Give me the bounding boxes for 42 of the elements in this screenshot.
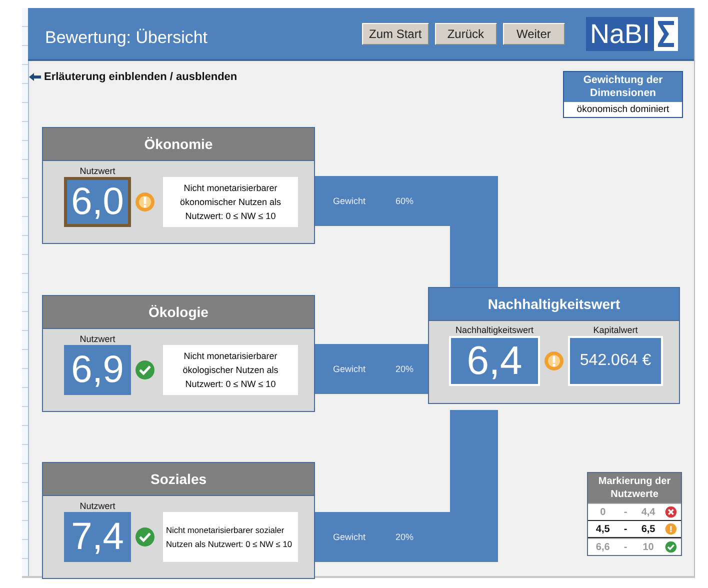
score-cell[interactable]: 7,4	[64, 512, 131, 562]
range-dash: -	[622, 506, 628, 518]
score-cell[interactable]: 6,9	[64, 345, 131, 395]
weighting-title: Gewichtung der Dimensionen	[564, 72, 682, 102]
total-title: Nachhaltigkeitswert	[429, 288, 679, 321]
range-dash: -	[622, 542, 628, 552]
description-text: Nicht monetarisierbarer sozialer Nutzen als Nutzwert: 0 ≤ NW ≤ 10	[163, 512, 298, 562]
nav-button[interactable]: Weiter	[502, 23, 565, 45]
value-label: Nutzwert	[80, 501, 116, 512]
range-dash: -	[622, 524, 628, 534]
page-title: Bewertung: Übersicht	[45, 28, 208, 48]
weight-value: 60%	[396, 196, 414, 206]
logo-text: NaBI	[589, 18, 652, 51]
dimension-title: Ökonomie	[43, 128, 314, 161]
left-arrow-icon	[29, 73, 41, 81]
value-label: Nachhaltigkeitswert	[455, 325, 534, 336]
weight-value: 20%	[396, 532, 414, 542]
total-score: 6,4	[449, 336, 540, 386]
description-text: Nicht monetarisierbarer ökonomischer Nutzen als Nutzwert: 0 ≤ NW ≤ 10	[163, 177, 298, 227]
range-to: 10	[642, 542, 655, 552]
weight-value: 20%	[396, 364, 414, 374]
value-label: Nutzwert	[80, 334, 116, 345]
legend-title: Markierung der Nutzwerte	[588, 473, 681, 503]
value-label: Nutzwert	[80, 166, 116, 177]
range-from: 4,5	[594, 524, 611, 534]
score-cell[interactable]: 6,0	[64, 177, 131, 227]
capital-value: 542.064 €	[568, 336, 663, 386]
description-text: Nicht monetarisierbarer ökologischer Nutzen als Nutzwert: 0 ≤ NW ≤ 10	[163, 345, 298, 395]
capital-label: Kapitalwert	[593, 325, 638, 336]
dimension-title: Soziales	[43, 463, 314, 496]
weighting-value: ökonomisch dominiert	[576, 103, 670, 117]
toggle-link[interactable]: Erläuterung einblenden / ausblenden	[44, 71, 238, 83]
range-from: 6,6	[594, 542, 611, 552]
weight-label: Gewicht	[333, 532, 366, 542]
weight-label: Gewicht	[333, 196, 366, 206]
nav-button[interactable]: Zum Start	[362, 23, 429, 45]
range-to: 6,5	[640, 524, 656, 534]
weight-label: Gewicht	[333, 364, 366, 374]
range-from: 0	[599, 506, 607, 518]
dimension-title: Ökologie	[43, 296, 314, 329]
range-to: 4,4	[640, 506, 656, 518]
nav-button[interactable]: Zurück	[434, 23, 497, 45]
